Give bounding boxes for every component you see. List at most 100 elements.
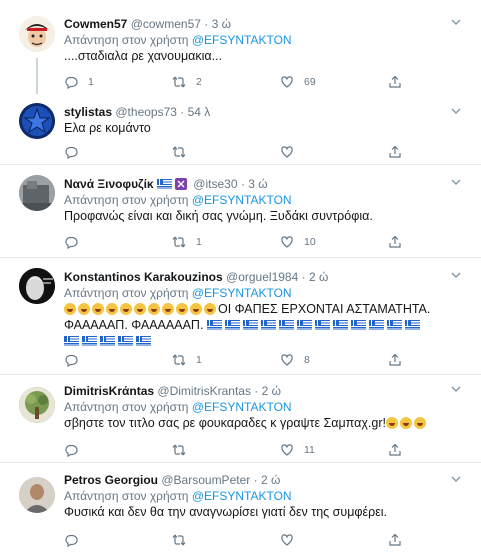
greek-flag-icon [332,320,348,330]
laughing-emoji-icon [92,303,104,315]
avatar[interactable] [19,268,55,304]
share-icon [388,75,402,89]
share-button[interactable] [388,73,402,91]
chevron-down-icon[interactable] [449,105,463,117]
laughing-emoji-icon [148,303,160,315]
user-handle[interactable]: @DimitrisKrantas [157,384,251,398]
avatar[interactable] [19,103,55,139]
heart-icon [280,235,294,249]
greek-flag-icon [368,320,384,330]
chevron-down-icon[interactable] [449,176,463,188]
tweet-text-line2-text: ΦΑΑΑΑΑΠ. ΦΑΑΑΑΑΑΠ. [64,318,204,332]
timestamp[interactable]: 2 ώ [261,473,280,487]
reply-mention[interactable]: @EFSYNTAKTON [192,286,292,300]
user-handle[interactable]: @theops73 [115,105,177,119]
reply-button[interactable] [64,143,88,161]
tweet[interactable]: Cowmen57 @cowmen57 · 3 ώ Απάντηση στον χ… [0,0,481,95]
greek-flag-icon [64,336,79,346]
user-handle[interactable]: @BarsoumPeter [161,473,250,487]
tweet[interactable]: stylistas @theops73 · 54 λ Ελα ρε κομάντ… [0,95,481,165]
share-button[interactable] [388,351,402,369]
reply-feed: Cowmen57 @cowmen57 · 3 ώ Απάντηση στον χ… [0,0,481,553]
tweet-text: ....σταδιαλα ρε χανουμακια... [64,49,223,63]
reply-button[interactable] [64,233,88,251]
like-button[interactable]: 69 [280,73,316,91]
avatar[interactable] [19,477,55,513]
timestamp[interactable]: 2 ώ [309,270,328,284]
laughing-emoji-icon [385,417,398,429]
laughing-emoji-icon [106,303,118,315]
retweet-button[interactable]: 1 [172,233,202,251]
timestamp[interactable]: 54 λ [188,105,211,119]
laughing-emoji-icon [134,303,146,315]
tweet-actions [64,531,401,549]
like-button[interactable]: 10 [280,233,316,251]
share-button[interactable] [388,531,402,549]
display-name[interactable]: Cowmen57 [64,17,127,31]
like-button[interactable] [280,143,304,161]
greek-flag-icon [118,336,133,346]
reply-context: Απάντηση στον χρήστη @EFSYNTAKTON [64,192,471,208]
share-button[interactable] [388,233,402,251]
tweet-text: Φυσικά και δεν θα την αναγνωρίσει γιατί … [64,505,388,519]
user-handle[interactable]: @itse30 [193,177,237,191]
reply-button[interactable] [64,531,88,549]
retweet-icon [172,75,186,89]
reply-mention[interactable]: @EFSYNTAKTON [192,33,292,47]
display-name[interactable]: Petros Georgiou [64,473,158,487]
avatar[interactable] [19,175,55,211]
heart-icon [280,75,294,89]
chevron-down-icon[interactable] [449,473,463,485]
retweet-button[interactable]: 2 [172,73,202,91]
flag-emoji-row [64,333,471,349]
user-handle[interactable]: @orguel1984 [226,270,298,284]
user-handle[interactable]: @cowmen57 [131,17,201,31]
share-button[interactable] [388,441,402,459]
laughing-emoji-icon [64,303,76,315]
share-button[interactable] [388,143,402,161]
reply-button[interactable] [64,441,88,459]
tweet-actions: 1 8 [64,351,401,369]
tweet[interactable]: Νανά Ξινοφυζίκ @itse30 · 3 ώ Απάντηση στ… [0,165,481,258]
like-button[interactable]: 11 [280,441,315,459]
display-name[interactable]: DimitrisKrάntas [64,384,154,398]
tweet-text-line1: ΟΙ ΦΑΠΕΣ ΕΡΧΟΝΤΑΙ ΑΣΤΑΜΑΤΗΤΑ. [218,302,431,316]
retweet-button[interactable] [172,143,196,161]
retweet-button[interactable]: 1 [172,351,202,369]
chevron-down-icon[interactable] [449,383,463,395]
tweet[interactable]: Petros Georgiou @BarsoumPeter · 2 ώ Απάν… [0,463,481,553]
share-icon [388,443,402,457]
reply-mention[interactable]: @EFSYNTAKTON [192,193,292,207]
like-button[interactable]: 8 [280,351,310,369]
avatar[interactable] [19,16,55,52]
retweet-button[interactable] [172,441,196,459]
reply-button[interactable]: 1 [64,73,94,91]
retweet-button[interactable] [172,531,196,549]
laughing-emoji-icon [204,303,216,315]
tweet-actions [64,143,401,161]
display-name[interactable]: Konstantinos Karakouzinos [64,270,223,284]
reply-mention[interactable]: @EFSYNTAKTON [192,489,292,503]
reply-icon [64,443,78,457]
display-name[interactable]: Νανά Ξινοφυζίκ [64,177,154,191]
display-name[interactable]: stylistas [64,105,112,119]
reply-button[interactable] [64,351,88,369]
timestamp[interactable]: 2 ώ [262,384,281,398]
tweet[interactable]: DimitrisKrάntas @DimitrisKrantas · 2 ώ Α… [0,375,481,463]
timestamp[interactable]: 3 ώ [248,177,267,191]
reply-icon [64,533,78,547]
avatar[interactable] [19,387,55,423]
like-count: 69 [304,76,316,88]
chevron-down-icon[interactable] [449,16,463,28]
retweet-count: 1 [196,236,202,248]
like-button[interactable] [280,531,304,549]
chevron-down-icon[interactable] [449,269,463,281]
reply-mention[interactable]: @EFSYNTAKTON [192,400,292,414]
timestamp[interactable]: 3 ώ [212,17,231,31]
tweet-text: Ελα ρε κομάντο [64,121,151,135]
retweet-icon [172,235,186,249]
reply-prefix: Απάντηση στον χρήστη [64,286,189,300]
tweet[interactable]: Konstantinos Karakouzinos @orguel1984 · … [0,258,481,375]
separator: · [254,384,259,398]
heart-icon [280,145,294,159]
